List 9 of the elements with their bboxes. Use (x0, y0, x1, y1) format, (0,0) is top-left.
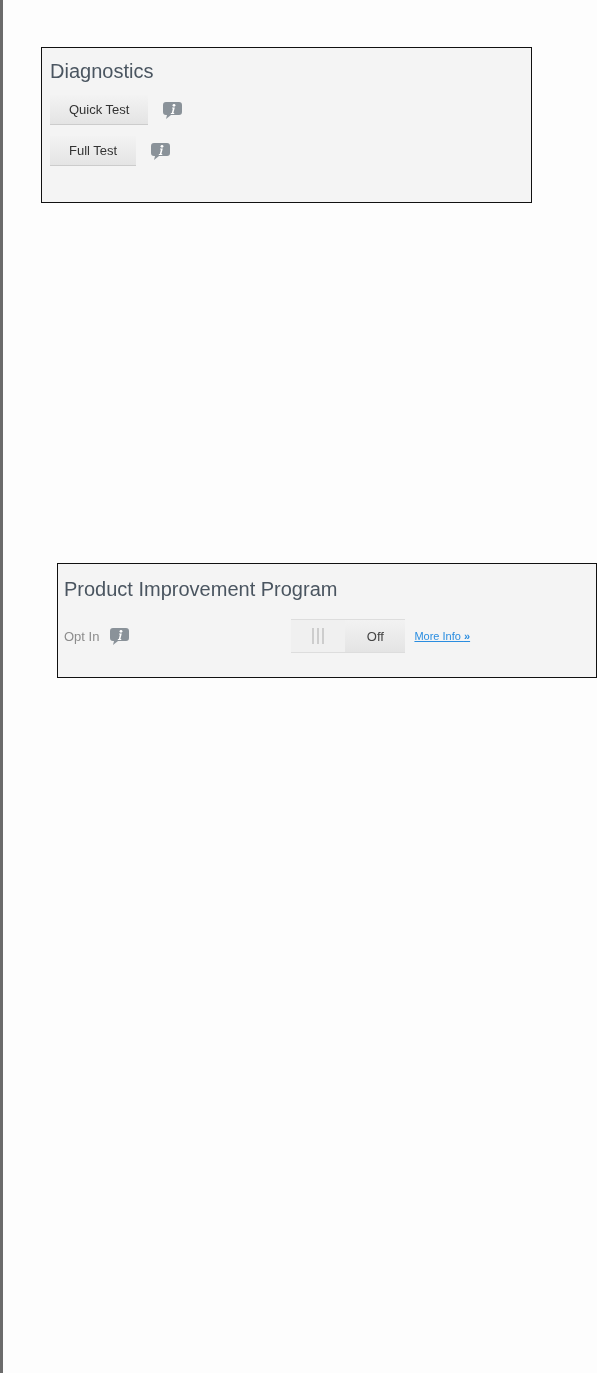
toggle-switch[interactable]: Off (291, 619, 406, 653)
opt-in-label: Opt In (64, 628, 100, 644)
info-icon[interactable] (109, 626, 131, 646)
info-icon[interactable] (150, 141, 172, 161)
panel-title: Diagnostics (50, 60, 155, 83)
panel-title: Product Improvement Program (64, 578, 339, 601)
toggle-state: Off (345, 620, 406, 652)
grip-icon (311, 628, 326, 644)
info-icon[interactable] (162, 100, 184, 120)
